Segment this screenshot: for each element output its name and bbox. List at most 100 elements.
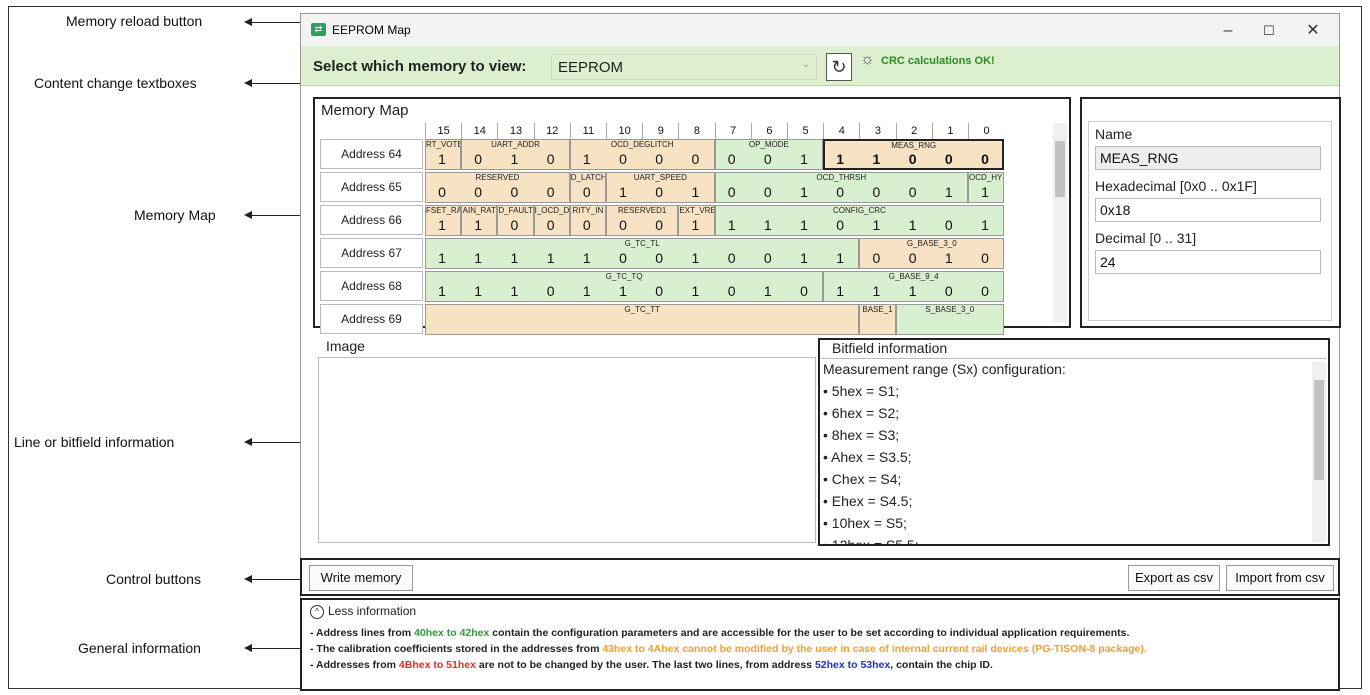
scrollbar-thumb[interactable] bbox=[1055, 141, 1065, 197]
bit-value[interactable]: 0 bbox=[968, 283, 1002, 299]
bit-value[interactable]: 0 bbox=[823, 184, 857, 200]
address-label[interactable]: Address 69 bbox=[320, 304, 423, 334]
bit-value[interactable]: 0 bbox=[570, 184, 604, 200]
bit-value[interactable]: 0 bbox=[715, 184, 749, 200]
bit-value[interactable]: 1 bbox=[461, 283, 495, 299]
less-info-toggle[interactable]: ^ Less information bbox=[310, 604, 416, 619]
bit-value[interactable]: 1 bbox=[461, 217, 495, 233]
minimize-button[interactable]: – bbox=[1213, 20, 1243, 42]
bit-value[interactable]: 0 bbox=[751, 184, 785, 200]
bit-value[interactable]: 1 bbox=[823, 151, 857, 167]
address-label[interactable]: Address 65 bbox=[320, 172, 423, 202]
close-button[interactable]: ✕ bbox=[1298, 20, 1328, 42]
bit-value[interactable]: 1 bbox=[678, 250, 712, 266]
bit-value[interactable]: 0 bbox=[715, 151, 749, 167]
hex-input[interactable]: 0x18 bbox=[1095, 198, 1321, 222]
bit-value[interactable]: 1 bbox=[787, 250, 821, 266]
bit-value[interactable]: 0 bbox=[932, 151, 966, 167]
bit-value[interactable]: 0 bbox=[642, 151, 676, 167]
bit-value[interactable]: 1 bbox=[896, 283, 930, 299]
reload-button[interactable]: ↻ bbox=[826, 53, 852, 81]
bit-value[interactable]: 1 bbox=[678, 283, 712, 299]
bit-value[interactable]: 1 bbox=[859, 283, 893, 299]
bit-value[interactable]: 1 bbox=[787, 151, 821, 167]
bit-value[interactable]: 0 bbox=[859, 250, 893, 266]
bit-value[interactable]: 0 bbox=[570, 217, 604, 233]
bit-value[interactable]: 0 bbox=[534, 217, 568, 233]
import-csv-button[interactable]: Import from csv bbox=[1226, 565, 1334, 591]
bit-value[interactable]: 1 bbox=[859, 151, 893, 167]
bit-value[interactable]: 0 bbox=[461, 184, 495, 200]
bit-value[interactable]: 0 bbox=[425, 184, 459, 200]
bit-value[interactable]: 1 bbox=[932, 184, 966, 200]
address-label[interactable]: Address 67 bbox=[320, 238, 423, 268]
bitfield-scrollbar[interactable] bbox=[1312, 362, 1326, 542]
address-label[interactable]: Address 64 bbox=[320, 139, 423, 169]
bit-value[interactable]: 1 bbox=[570, 151, 604, 167]
bit-value[interactable]: 1 bbox=[968, 217, 1002, 233]
bit-value[interactable]: 1 bbox=[425, 250, 459, 266]
dec-input[interactable]: 24 bbox=[1095, 250, 1321, 274]
write-memory-button[interactable]: Write memory bbox=[309, 565, 413, 591]
bit-value[interactable]: 1 bbox=[461, 250, 495, 266]
bit-value[interactable]: 0 bbox=[497, 217, 531, 233]
bit-value[interactable]: 1 bbox=[678, 217, 712, 233]
bit-value[interactable]: 0 bbox=[534, 283, 568, 299]
export-csv-button[interactable]: Export as csv bbox=[1128, 565, 1220, 591]
address-label[interactable]: Address 68 bbox=[320, 271, 423, 301]
bit-value[interactable]: 0 bbox=[859, 184, 893, 200]
bit-value[interactable]: 1 bbox=[678, 184, 712, 200]
bit-value[interactable]: 0 bbox=[932, 283, 966, 299]
bit-value[interactable]: 0 bbox=[896, 151, 930, 167]
bit-value[interactable]: 0 bbox=[715, 283, 749, 299]
bit-value[interactable]: 1 bbox=[534, 250, 568, 266]
bit-value[interactable]: 0 bbox=[497, 184, 531, 200]
bitfield-base_1[interactable]: BASE_1 bbox=[859, 304, 896, 335]
bit-value[interactable]: 0 bbox=[715, 250, 749, 266]
bit-value[interactable]: 1 bbox=[968, 184, 1002, 200]
bit-value[interactable]: 0 bbox=[823, 217, 857, 233]
bit-value[interactable]: 0 bbox=[896, 250, 930, 266]
bit-value[interactable]: 1 bbox=[606, 184, 640, 200]
bit-value[interactable]: 1 bbox=[570, 250, 604, 266]
bit-value[interactable]: 1 bbox=[497, 283, 531, 299]
bit-value[interactable]: 0 bbox=[787, 283, 821, 299]
bitfield-g_tc_tt[interactable]: G_TC_TT bbox=[425, 304, 860, 335]
bit-value[interactable]: 0 bbox=[606, 250, 640, 266]
bit-value[interactable]: 1 bbox=[715, 217, 749, 233]
maximize-button[interactable]: ☐ bbox=[1254, 20, 1284, 42]
bitfield-s_base_3_0[interactable]: S_BASE_3_0 bbox=[895, 304, 1005, 335]
bit-value[interactable]: 0 bbox=[642, 250, 676, 266]
bit-value[interactable]: 0 bbox=[751, 151, 785, 167]
bit-value[interactable]: 0 bbox=[678, 151, 712, 167]
bit-value[interactable]: 0 bbox=[606, 217, 640, 233]
bit-value[interactable]: 1 bbox=[497, 151, 531, 167]
bit-value[interactable]: 1 bbox=[751, 283, 785, 299]
bit-value[interactable]: 1 bbox=[425, 283, 459, 299]
bit-value[interactable]: 1 bbox=[570, 283, 604, 299]
bit-value[interactable]: 1 bbox=[896, 217, 930, 233]
bit-value[interactable]: 0 bbox=[461, 151, 495, 167]
bit-value[interactable]: 1 bbox=[823, 283, 857, 299]
bit-value[interactable]: 0 bbox=[534, 151, 568, 167]
bit-value[interactable]: 0 bbox=[896, 184, 930, 200]
bit-value[interactable]: 1 bbox=[606, 283, 640, 299]
memory-map-scrollbar[interactable] bbox=[1053, 123, 1067, 323]
bit-value[interactable]: 1 bbox=[932, 250, 966, 266]
bit-value[interactable]: 1 bbox=[787, 184, 821, 200]
bit-value[interactable]: 0 bbox=[932, 217, 966, 233]
bit-value[interactable]: 1 bbox=[497, 250, 531, 266]
bit-value[interactable]: 0 bbox=[534, 184, 568, 200]
bit-value[interactable]: 1 bbox=[425, 151, 459, 167]
bit-value[interactable]: 0 bbox=[968, 250, 1002, 266]
address-label[interactable]: Address 66 bbox=[320, 205, 423, 235]
bit-value[interactable]: 0 bbox=[642, 184, 676, 200]
bit-value[interactable]: 1 bbox=[787, 217, 821, 233]
bit-value[interactable]: 1 bbox=[823, 250, 857, 266]
bit-value[interactable]: 0 bbox=[751, 250, 785, 266]
bit-value[interactable]: 1 bbox=[859, 217, 893, 233]
bit-value[interactable]: 1 bbox=[425, 217, 459, 233]
memory-dropdown[interactable]: EEPROM ⌄ bbox=[551, 54, 817, 80]
scrollbar-thumb[interactable] bbox=[1314, 380, 1324, 480]
bit-value[interactable]: 0 bbox=[968, 151, 1002, 167]
